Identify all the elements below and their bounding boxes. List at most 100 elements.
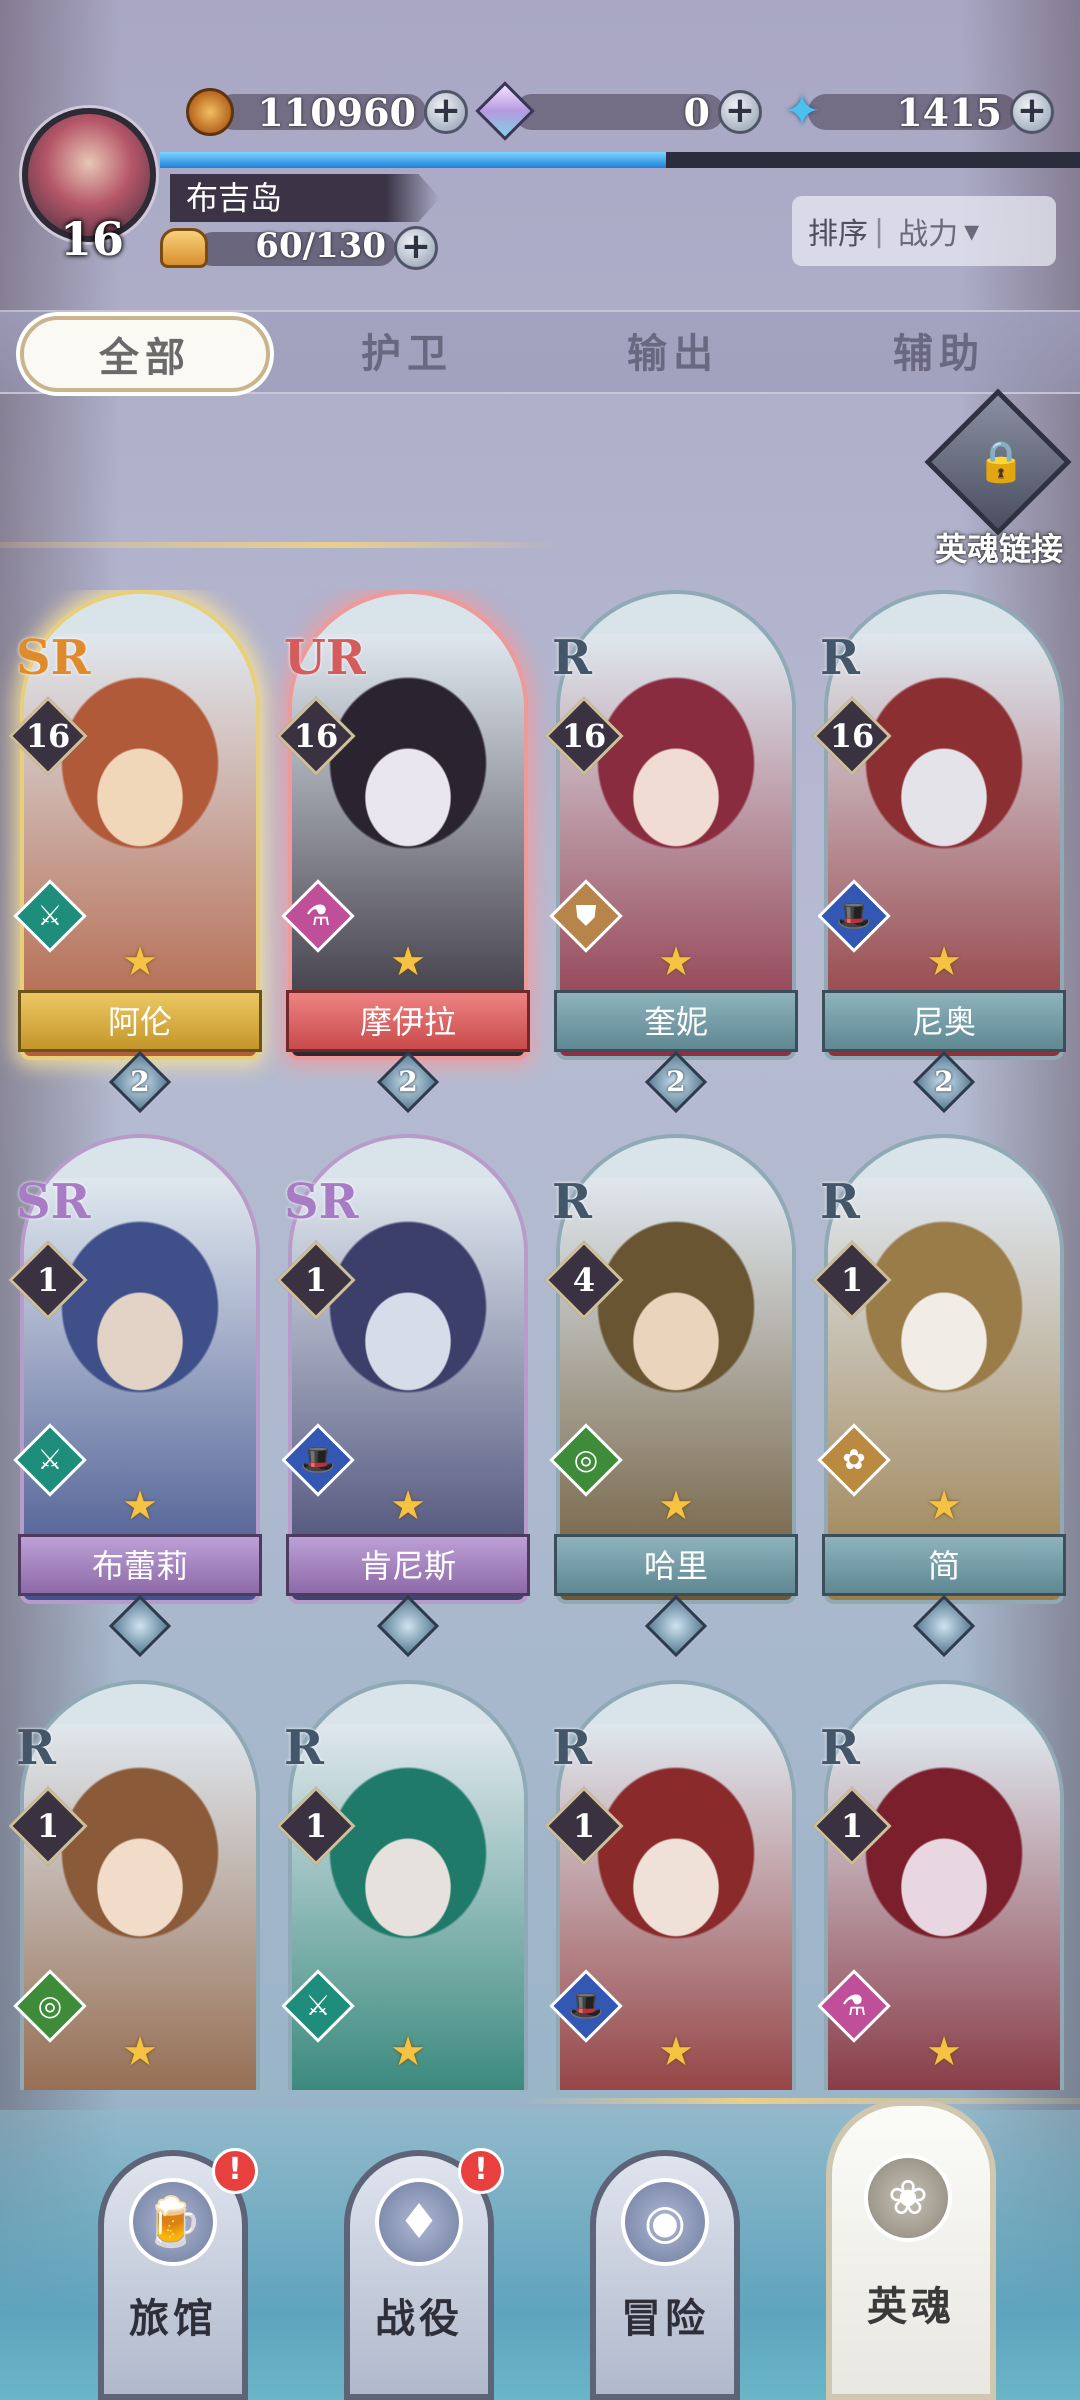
star-icon: ★	[658, 2029, 694, 2075]
star-value: 1415	[896, 90, 1002, 135]
hat-icon: 🎩	[568, 1989, 604, 2022]
star-rank-value	[654, 1604, 698, 1648]
hero-card[interactable]: UR 16 ⚗ ★ 摩伊拉 2	[276, 590, 530, 1114]
star-icon: ★	[122, 1483, 158, 1529]
hero-level: 1	[840, 1261, 864, 1299]
notification-badge: !	[212, 2148, 258, 2194]
divider-line	[0, 542, 560, 548]
lock-icon: 🔒	[976, 439, 1026, 485]
hero-card[interactable]: SR 16 ⚔ ★ 阿伦 2	[8, 590, 262, 1114]
star-rank-value: 2	[934, 1065, 954, 1098]
star-icon: ★	[926, 2029, 962, 2075]
add-stamina-button[interactable]: +	[394, 226, 438, 270]
nav-item-3[interactable]: ❀ 英魂	[826, 2100, 996, 2400]
experience-bar-fill	[160, 152, 666, 168]
stamina-resource: 60/130 +	[160, 224, 438, 272]
hero-level: 1	[572, 1807, 596, 1845]
hero-name: 简	[822, 1534, 1066, 1596]
chevron-down-icon: ▾	[964, 213, 980, 249]
star-rank-value: 2	[398, 1065, 418, 1098]
rarity-badge: R	[820, 1174, 860, 1230]
star-rank-value: 2	[130, 1065, 150, 1098]
hero-level: 4	[572, 1261, 596, 1299]
stamina-value: 60/130	[255, 226, 386, 266]
crossbow-icon: ⚔	[37, 899, 63, 932]
sort-dropdown[interactable]: 排序 | 战力 ▾	[792, 196, 1056, 266]
hat-icon: 🎩	[300, 1443, 336, 1476]
hero-name: 尼奥	[822, 990, 1066, 1052]
hero-card[interactable]: SR 1 ⚔ ★ 布蕾莉	[8, 1134, 262, 1658]
add-gold-button[interactable]: +	[424, 90, 468, 134]
star-crystal-icon: ✦	[783, 86, 821, 137]
hero-grid: SR 16 ⚔ ★ 阿伦 2 UR 16 ⚗ ★ 摩伊拉 2 R 16 ⛊ ★ …	[0, 590, 1080, 2090]
target-icon: ◎	[37, 1989, 63, 2022]
rarity-badge: R	[284, 1720, 324, 1776]
star-icon: ★	[390, 2029, 426, 2075]
rarity-badge: R	[552, 1174, 592, 1230]
tab-damage[interactable]: 输出	[548, 316, 798, 392]
sort-separator: |	[874, 213, 885, 249]
bread-icon	[160, 228, 208, 268]
gem-value: 0	[683, 90, 710, 135]
divider-line-bottom	[520, 2098, 1080, 2104]
hero-level: 1	[304, 1261, 328, 1299]
crossbow-icon: ⚔	[305, 1989, 331, 2022]
star-rank-value	[922, 1604, 966, 1648]
star-icon: ★	[658, 939, 694, 985]
rarity-badge: SR	[16, 630, 91, 686]
hero-level: 16	[293, 717, 339, 755]
hero-name: 布蕾莉	[18, 1534, 262, 1596]
star-icon: ★	[926, 939, 962, 985]
hero-level: 16	[561, 717, 607, 755]
tab-all[interactable]: 全部	[20, 316, 270, 392]
beer-icon: 🍺	[129, 2178, 217, 2266]
crossbow-icon: ⚔	[37, 1443, 63, 1476]
hero-card[interactable]: R 16 ⛊ ★ 奎妮 2	[544, 590, 798, 1114]
compass-icon: ◉	[621, 2178, 709, 2266]
battle-card-icon: ♦	[375, 2178, 463, 2266]
rarity-badge: R	[820, 1720, 860, 1776]
nav-item-2[interactable]: ◉ 冒险	[590, 2150, 740, 2400]
rarity-badge: R	[820, 630, 860, 686]
nav-label: 战役	[375, 2296, 463, 2342]
hero-card[interactable]: R 1 ⚗ ★	[812, 1680, 1064, 2090]
hat-icon: 🎩	[836, 899, 872, 932]
add-gem-button[interactable]: +	[718, 90, 762, 134]
gem-resource: 0 +	[475, 81, 762, 141]
rarity-badge: R	[16, 1720, 56, 1776]
hero-card[interactable]: R 1 ◎ ★	[8, 1680, 260, 2090]
player-level: 16	[59, 212, 124, 266]
star-icon: ★	[122, 939, 158, 985]
rarity-badge: SR	[16, 1174, 91, 1230]
rarity-badge: R	[552, 1720, 592, 1776]
hero-name: 奎妮	[554, 990, 798, 1052]
sort-value: 战力	[898, 217, 959, 252]
hero-card[interactable]: R 4 ◎ ★ 哈里	[544, 1134, 798, 1658]
location-label: 布吉岛	[170, 174, 440, 222]
nav-label: 旅馆	[129, 2296, 217, 2342]
target-icon: ◎	[573, 1443, 599, 1476]
star-icon: ★	[390, 939, 426, 985]
rarity-badge: SR	[284, 1174, 359, 1230]
tab-guard[interactable]: 护卫	[282, 316, 532, 392]
gold-resource: 110960 +	[186, 88, 468, 136]
potion-icon: ⚗	[841, 1989, 867, 2022]
hero-card[interactable]: R 1 ✿ ★ 简	[812, 1134, 1066, 1658]
gold-coin-icon	[186, 88, 234, 136]
hero-card[interactable]: SR 1 🎩 ★ 肯尼斯	[276, 1134, 530, 1658]
hero-card[interactable]: R 1 ⚔ ★	[276, 1680, 528, 2090]
hero-card[interactable]: R 16 🎩 ★ 尼奥 2	[812, 590, 1066, 1114]
soul-link-button[interactable]: 🔒 英魂链接	[924, 388, 1074, 574]
tab-support[interactable]: 辅助	[814, 316, 1064, 392]
rarity-badge: R	[552, 630, 592, 686]
rose-icon: ✿	[842, 1443, 866, 1476]
hero-level: 16	[829, 717, 875, 755]
star-icon: ★	[390, 1483, 426, 1529]
hero-card[interactable]: R 1 🎩 ★	[544, 1680, 796, 2090]
star-resource: ✦ 1415 +	[778, 88, 1054, 136]
star-rank-value	[118, 1604, 162, 1648]
add-star-button[interactable]: +	[1010, 90, 1054, 134]
gold-value: 110960	[257, 90, 416, 135]
hero-name: 阿伦	[18, 990, 262, 1052]
gem-icon	[475, 81, 535, 141]
